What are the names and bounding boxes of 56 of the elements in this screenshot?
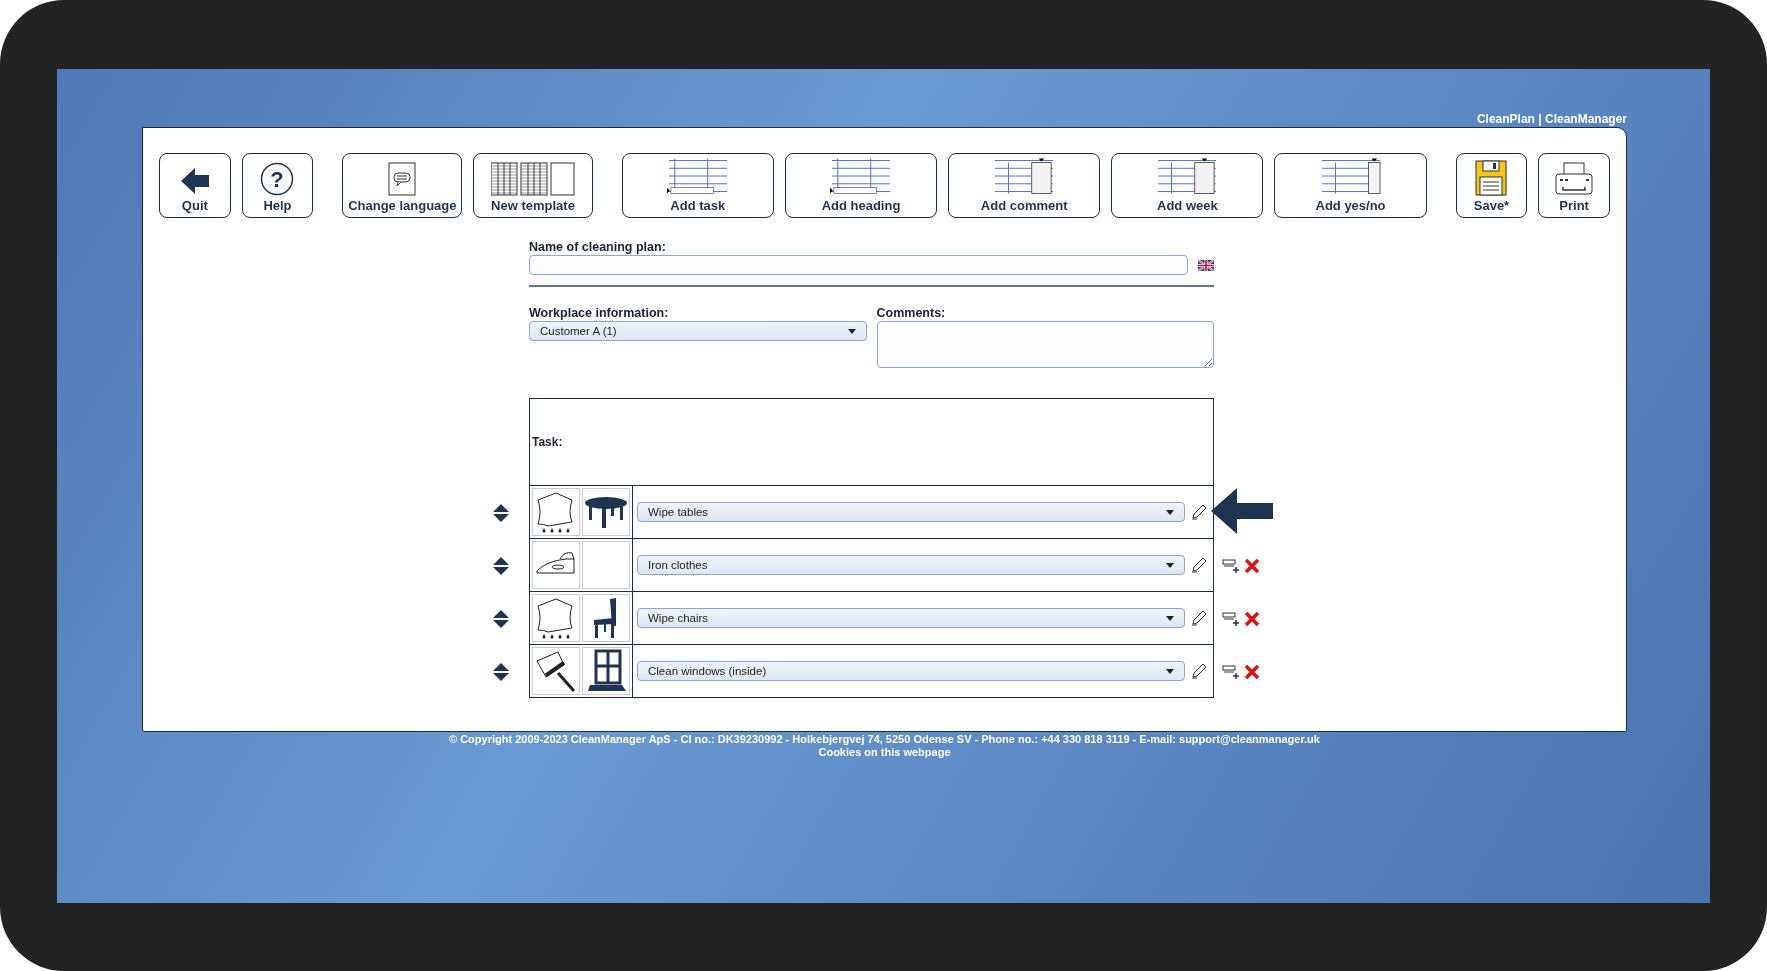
help-icon: ? xyxy=(260,162,295,196)
field-label: Workplace information: xyxy=(529,306,670,320)
toolbar-button[interactable]: Add heading xyxy=(784,153,938,218)
table-template-icon xyxy=(1156,158,1219,196)
table-template-icon xyxy=(1319,158,1382,196)
pencil-icon[interactable] xyxy=(1191,663,1207,679)
table-template-icon xyxy=(993,158,1056,196)
toolbar-button[interactable]: Save* xyxy=(1455,153,1528,218)
pencil-icon[interactable] xyxy=(1191,504,1207,520)
back-arrow-icon xyxy=(179,166,210,196)
workplace-dropdown[interactable]: Customer A (1) xyxy=(529,321,867,341)
add-row-icon[interactable] xyxy=(1222,558,1240,573)
comments-field[interactable] xyxy=(876,321,1214,368)
toolbar-button[interactable]: Print xyxy=(1538,153,1610,218)
add-row-icon[interactable] xyxy=(1222,611,1240,626)
task-dropdown[interactable]: Iron clothes xyxy=(637,555,1185,575)
toolbar-button[interactable]: Add task xyxy=(621,153,774,218)
caret-icon xyxy=(1166,668,1174,674)
sort-arrows-icon[interactable] xyxy=(492,555,510,576)
task-dropdown[interactable]: Clean windows (inside) xyxy=(637,661,1185,681)
uk-flag-icon[interactable] xyxy=(1198,259,1214,271)
sort-arrows-icon[interactable] xyxy=(492,661,510,682)
toolbar-button[interactable]: Add week xyxy=(1111,153,1264,218)
pencil-icon[interactable] xyxy=(1191,610,1207,626)
speech-document-icon xyxy=(388,162,417,196)
toolbar-button[interactable]: Add yes/no xyxy=(1274,153,1427,218)
toolbar-button[interactable]: Add comment xyxy=(948,153,1101,218)
table-template-icon xyxy=(666,158,729,196)
pencil-icon[interactable] xyxy=(1191,557,1207,573)
task-dropdown[interactable]: Wipe chairs xyxy=(637,608,1185,628)
caret-icon xyxy=(847,328,856,334)
caret-icon xyxy=(1166,509,1174,515)
table-template-icon xyxy=(830,158,892,196)
task-dropdown[interactable]: Wipe tables xyxy=(637,502,1185,522)
copyright-text: © Copyright 2009-2023 CleanManager ApS - CI no.: DK39230992 - Holkebjergvej 74, 5250 Odense SV - Phone no.: +44 330 818 3119 - E-mail: support@cleanmanager.uk xyxy=(448,733,1321,746)
field-label: Comments: xyxy=(876,306,947,320)
delete-icon[interactable] xyxy=(1244,557,1260,574)
name-input-field[interactable] xyxy=(529,255,1188,275)
pictogram-cell xyxy=(582,541,630,589)
app-title: CleanPlan | CleanManager xyxy=(1476,112,1627,127)
field-label: Name of cleaning plan: xyxy=(529,240,667,254)
toolbar-button[interactable]: Quit xyxy=(159,153,231,218)
toolbar-button[interactable]: ? Help xyxy=(241,153,314,218)
toolbar-button[interactable]: Change language xyxy=(342,153,463,218)
sort-arrows-icon[interactable] xyxy=(492,502,510,523)
caret-icon xyxy=(1166,562,1174,568)
column-heading: Task: xyxy=(532,435,563,449)
toolbar-button[interactable]: New template xyxy=(473,153,593,218)
sort-arrows-icon[interactable] xyxy=(492,608,510,629)
pointer-arrow-icon xyxy=(1211,488,1273,534)
printer-icon xyxy=(1555,162,1594,196)
delete-icon[interactable] xyxy=(1244,663,1260,680)
delete-icon[interactable] xyxy=(1244,610,1260,627)
add-row-icon[interactable] xyxy=(1222,664,1240,679)
caret-icon xyxy=(1166,615,1174,621)
templates-icon xyxy=(491,160,575,196)
